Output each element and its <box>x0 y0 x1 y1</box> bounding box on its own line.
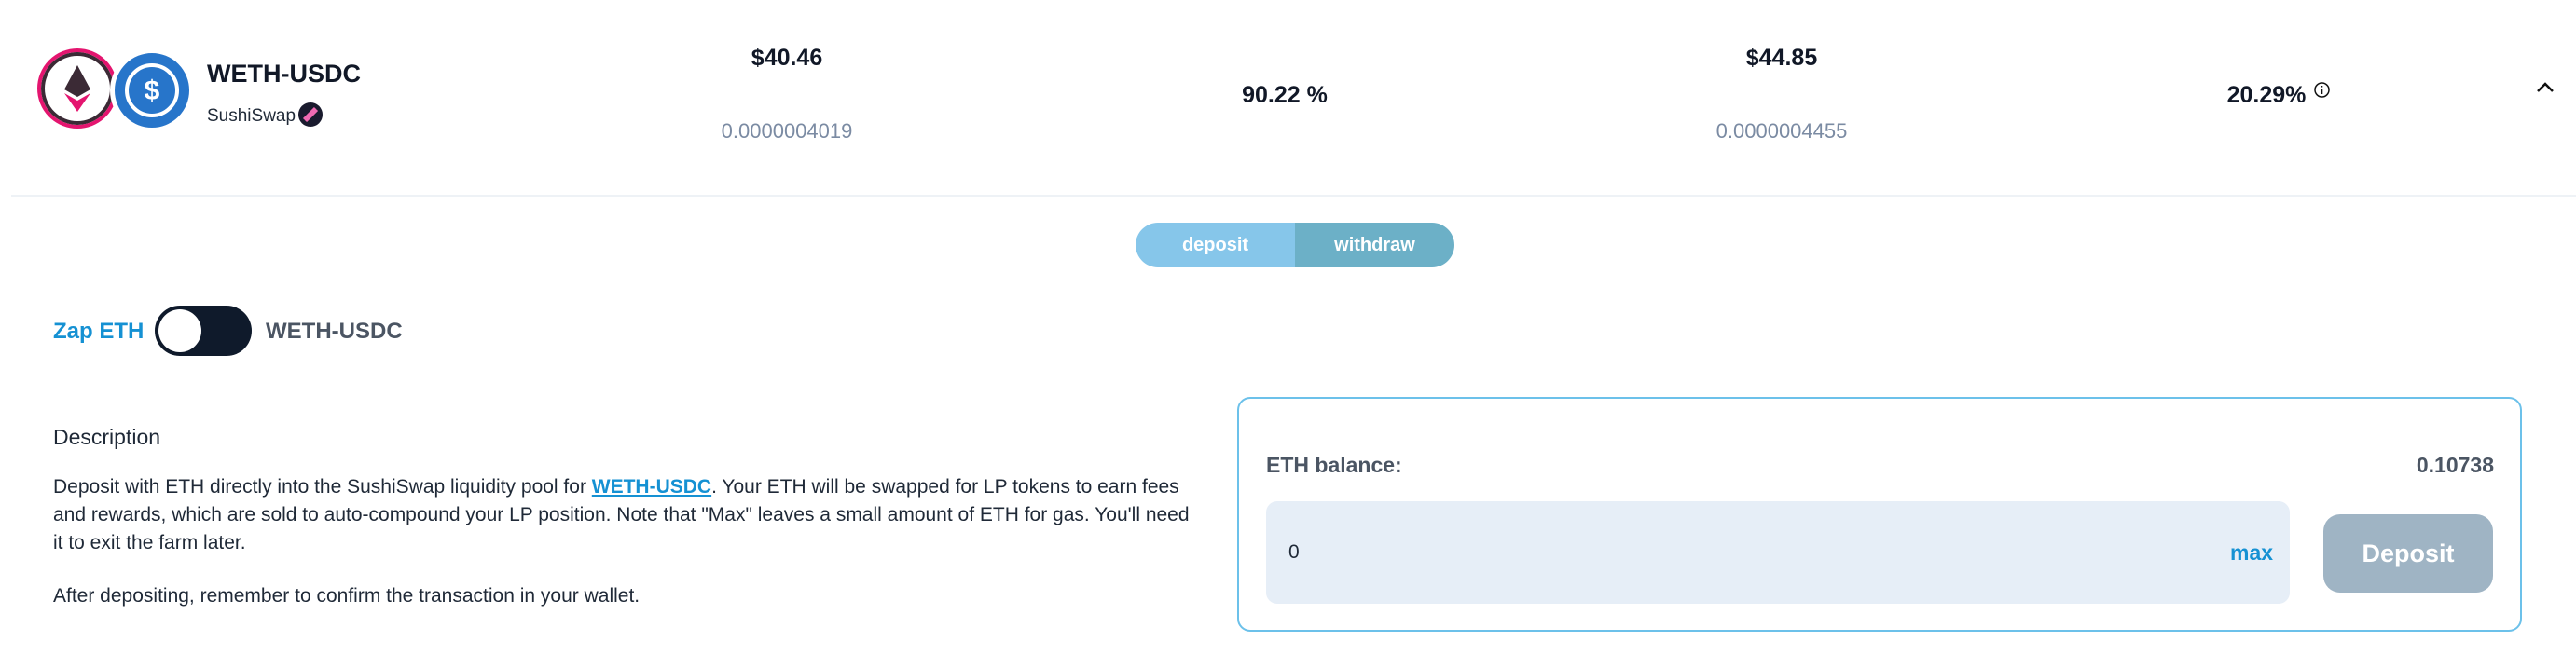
chevron-up-icon[interactable] <box>2534 76 2556 99</box>
description-text: Deposit with ETH directly into the Sushi… <box>53 473 1191 557</box>
deposit-usd: $40.46 <box>751 45 823 71</box>
balance-label: ETH balance: <box>1266 453 1402 477</box>
zap-toggle-switch[interactable] <box>155 306 252 356</box>
max-button[interactable]: max <box>2230 540 2273 566</box>
switch-knob <box>158 309 201 352</box>
value-usd: $44.85 <box>1745 45 1818 71</box>
action-toggle: deposit withdraw <box>1136 223 1454 267</box>
header-divider <box>11 195 2576 197</box>
deposit-lp: 0.0000004019 <box>721 119 853 143</box>
sushiswap-icon <box>298 102 323 127</box>
value-lp: 0.0000004455 <box>1715 119 1848 143</box>
pair-name: WETH-USDC <box>207 60 361 88</box>
amount-input[interactable] <box>1266 501 2290 604</box>
confirm-note: After depositing, remember to confirm th… <box>53 585 641 607</box>
lp-token-label: WETH-USDC <box>266 319 403 344</box>
apy-value: 20.29% <box>2226 82 2307 108</box>
ratio-value: 90.22 % <box>1242 82 1328 108</box>
pair-link[interactable]: WETH-USDC <box>592 476 711 498</box>
usdc-logo-icon: $ <box>110 48 194 132</box>
deposit-button[interactable]: Deposit <box>2323 514 2493 593</box>
zap-eth-label: Zap ETH <box>53 319 145 344</box>
description-text-part: Deposit with ETH directly into the Sushi… <box>53 476 592 498</box>
tab-deposit[interactable]: deposit <box>1136 223 1295 267</box>
info-icon[interactable] <box>2314 82 2330 98</box>
description-title: Description <box>53 425 161 449</box>
eth-logo-icon <box>37 48 117 129</box>
svg-text:$: $ <box>145 75 160 106</box>
platform-name: SushiSwap <box>207 106 296 126</box>
balance-value: 0.10738 <box>2416 453 2494 477</box>
tab-withdraw[interactable]: withdraw <box>1295 223 1454 267</box>
